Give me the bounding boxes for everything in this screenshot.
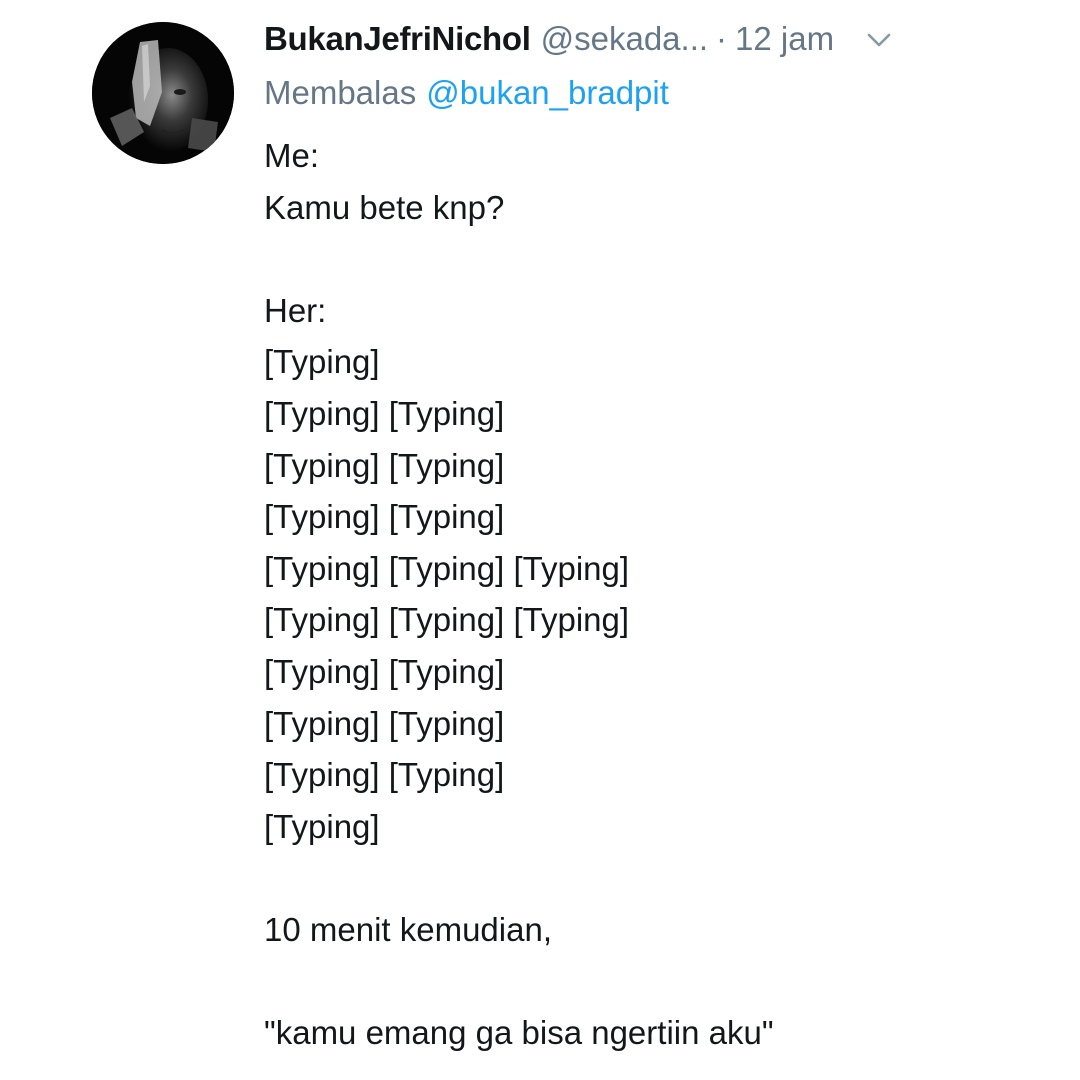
tweet-header: BukanJefriNichol @sekada... · 12 jam (264, 14, 1054, 64)
tweet-line: Me: (264, 137, 320, 174)
tweet-line: [Typing] (264, 343, 380, 381)
tweet-line: [Typing] [Typing] (264, 756, 505, 794)
avatar[interactable] (92, 22, 234, 164)
tweet-line: [Typing] [Typing] (264, 446, 505, 484)
tweet-line: [Typing] (264, 807, 380, 845)
tweet-line: [Typing] [Typing] (264, 652, 505, 690)
separator-dot: · (716, 20, 728, 57)
tweet-content: BukanJefriNichol @sekada... · 12 jam Mem… (264, 14, 1054, 1059)
tweet-line: [Typing] [Typing] [Typing] (264, 549, 630, 587)
tweet-line: Kamu bete knp? (264, 188, 505, 226)
timestamp[interactable]: 12 jam (735, 20, 834, 58)
tweet-line: [Typing] [Typing] [Typing] (264, 601, 630, 639)
user-handle[interactable]: @sekada... (541, 20, 708, 58)
avatar-image (92, 22, 234, 164)
tweet-line: 10 menit kemudian, (264, 910, 552, 948)
chevron-down-icon[interactable] (864, 24, 894, 54)
reply-target-link[interactable]: @bukan_bradpit (426, 74, 669, 112)
tweet-line: [Typing] [Typing] (264, 704, 505, 742)
tweet-line: [Typing] [Typing] (264, 394, 505, 432)
tweet: BukanJefriNichol @sekada... · 12 jam Mem… (0, 0, 1080, 1080)
reply-prefix: Membalas (264, 74, 417, 111)
display-name[interactable]: BukanJefriNichol (264, 20, 531, 58)
tweet-line: Her: (264, 291, 327, 329)
reply-context: Membalas @bukan_bradpit (264, 64, 1054, 122)
tweet-line: "kamu emang ga bisa ngertiin aku" (264, 1014, 774, 1052)
tweet-text: Me: Kamu bete knp? Her: [Typing] [Typing… (264, 130, 1054, 1059)
tweet-line: [Typing] [Typing] (264, 498, 505, 536)
